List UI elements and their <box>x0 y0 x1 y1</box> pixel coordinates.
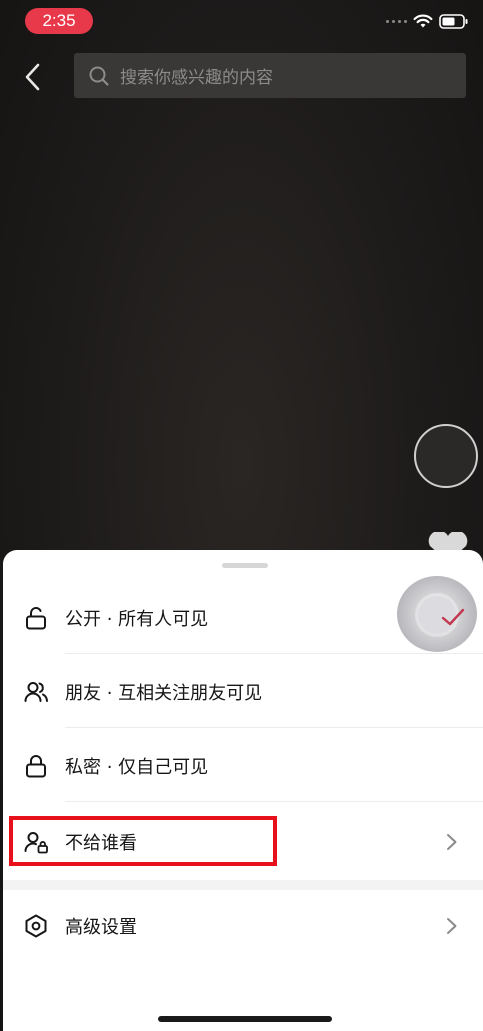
option-private[interactable]: 私密 · 仅自己可见 <box>3 730 483 802</box>
status-time: 2:35 <box>25 8 93 34</box>
highlight-annotation <box>9 816 277 866</box>
hexagon-settings-icon <box>25 914 47 938</box>
divider <box>65 653 483 654</box>
status-indicators <box>386 14 469 29</box>
cellular-signal-icon <box>386 20 407 23</box>
search-placeholder: 搜索你感兴趣的内容 <box>120 68 273 88</box>
home-indicator[interactable] <box>158 1016 332 1022</box>
advanced-settings-label: 高级设置 <box>65 917 137 938</box>
option-public-label: 公开 · 所有人可见 <box>65 609 209 630</box>
search-icon <box>89 66 109 86</box>
option-friends[interactable]: 朋友 · 互相关注朋友可见 <box>3 656 483 728</box>
option-private-label: 私密 · 仅自己可见 <box>65 757 209 778</box>
option-friends-label: 朋友 · 互相关注朋友可见 <box>65 683 263 704</box>
chevron-right-icon <box>447 918 457 934</box>
sheet-grabber[interactable] <box>222 563 268 568</box>
check-icon <box>441 608 465 626</box>
divider <box>65 801 483 802</box>
search-input[interactable]: 搜索你感兴趣的内容 <box>74 53 466 98</box>
friends-icon <box>24 682 48 702</box>
record-button[interactable] <box>414 424 478 488</box>
chevron-right-icon <box>447 834 457 850</box>
section-separator <box>3 880 483 890</box>
unlock-icon <box>26 607 46 630</box>
battery-icon <box>439 14 468 29</box>
advanced-settings[interactable]: 高级设置 <box>3 890 483 962</box>
back-chevron-icon[interactable] <box>20 60 46 94</box>
divider <box>65 727 483 728</box>
lock-icon <box>26 755 46 778</box>
wifi-icon <box>413 14 433 28</box>
